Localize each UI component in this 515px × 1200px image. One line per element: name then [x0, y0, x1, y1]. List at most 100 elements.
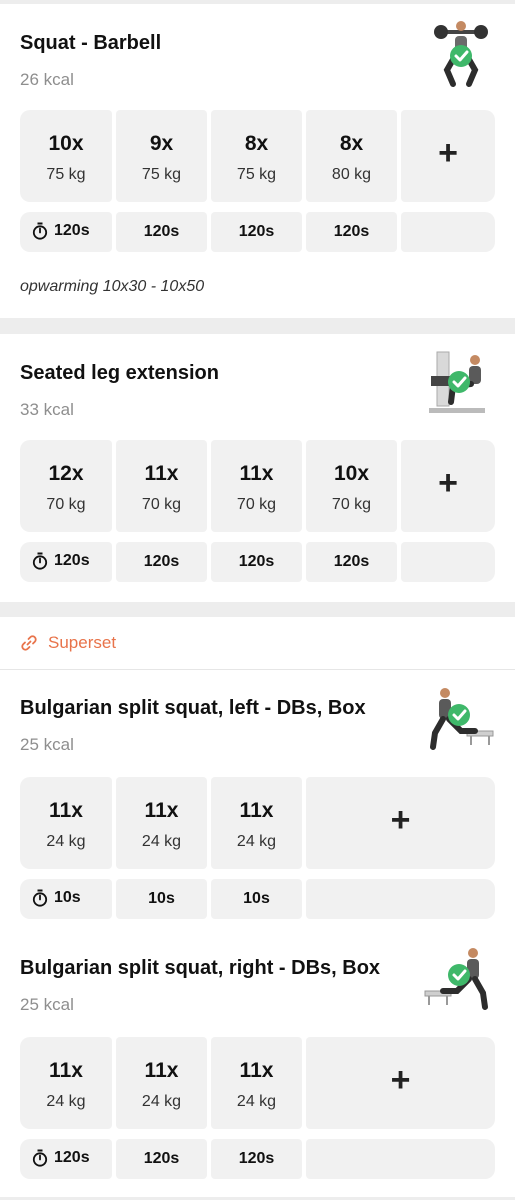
rest-row: 10s 10s 10s: [20, 879, 495, 919]
set-reps: 8x: [244, 132, 269, 155]
rest-time: 10s: [148, 890, 175, 907]
exercise-title: Squat - Barbell: [20, 32, 162, 54]
set-cell[interactable]: 10x 75 kg: [20, 110, 112, 202]
bulgarian-split-squat-left-thumbnail: [430, 688, 494, 750]
sets-row: 12x 70 kg 11x 70 kg 11x 70 kg 10x 70 kg …: [20, 440, 495, 532]
rest-cell-empty: [401, 212, 495, 252]
exercise-kcal: 25 kcal: [20, 735, 74, 754]
rest-time: 120s: [238, 1150, 275, 1167]
exercise-kcal: 33 kcal: [20, 400, 74, 419]
rest-time: 120s: [333, 223, 370, 240]
set-reps: 11x: [144, 462, 179, 485]
plus-icon: +: [438, 134, 458, 172]
set-cell[interactable]: 9x 75 kg: [116, 110, 207, 202]
set-cell[interactable]: 8x 80 kg: [306, 110, 397, 202]
sets-row: 11x 24 kg 11x 24 kg 11x 24 kg +: [20, 1037, 495, 1129]
exercise-card-leg-extension[interactable]: Seated leg extension 33 kcal 12x 70 kg 1…: [0, 334, 515, 602]
rest-cell-empty: [401, 542, 495, 582]
add-set-button[interactable]: +: [401, 440, 495, 532]
add-set-button[interactable]: +: [306, 777, 495, 869]
rest-cell[interactable]: 120s: [116, 1139, 207, 1179]
exercise-note[interactable]: opwarming 10x30 - 10x50: [20, 278, 204, 296]
set-cell[interactable]: 11x 24 kg: [116, 1037, 207, 1129]
set-cell[interactable]: 11x 24 kg: [116, 777, 207, 869]
set-weight: 24 kg: [236, 833, 277, 850]
set-reps: 12x: [48, 462, 84, 485]
rest-cell[interactable]: 120s: [116, 542, 207, 582]
completed-check-icon: [448, 704, 470, 726]
rest-cell[interactable]: 10s: [20, 879, 112, 919]
set-cell[interactable]: 10x 70 kg: [306, 440, 397, 532]
rest-cell[interactable]: 120s: [211, 1139, 302, 1179]
rest-cell[interactable]: 120s: [211, 212, 302, 252]
rest-cell[interactable]: 120s: [306, 542, 397, 582]
stopwatch-icon: [32, 552, 48, 570]
set-reps: 10x: [333, 462, 370, 485]
set-weight: 70 kg: [331, 496, 372, 513]
plus-icon: +: [390, 1061, 411, 1099]
set-cell[interactable]: 8x 75 kg: [211, 110, 302, 202]
completed-check-icon: [448, 964, 470, 986]
rest-cell[interactable]: 120s: [20, 542, 112, 582]
set-reps: 10x: [48, 132, 84, 155]
exercise-title: Seated leg extension: [20, 362, 219, 384]
set-weight: 24 kg: [46, 1093, 86, 1110]
set-cell[interactable]: 12x 70 kg: [20, 440, 112, 532]
set-cell[interactable]: 11x 24 kg: [20, 1037, 112, 1129]
set-cell[interactable]: 11x 24 kg: [211, 777, 302, 869]
rest-time: 120s: [238, 223, 275, 240]
completed-check-icon: [448, 371, 470, 393]
set-weight: 24 kg: [46, 833, 86, 850]
rest-cell[interactable]: 120s: [211, 542, 302, 582]
set-weight: 24 kg: [236, 1093, 277, 1110]
rest-row: 120s 120s 120s 120s: [20, 542, 495, 582]
rest-cell[interactable]: 120s: [20, 1139, 112, 1179]
rest-cell[interactable]: 10s: [211, 879, 302, 919]
superset-label: Superset: [48, 633, 117, 652]
exercise-kcal: 26 kcal: [20, 70, 74, 89]
rest-row: 120s 120s 120s: [20, 1139, 495, 1179]
exercise-title: Bulgarian split squat, left - DBs, Box: [20, 697, 366, 719]
set-reps: 11x: [144, 1059, 179, 1082]
set-cell[interactable]: 11x 70 kg: [116, 440, 207, 532]
add-set-button[interactable]: +: [401, 110, 495, 202]
set-cell[interactable]: 11x 70 kg: [211, 440, 302, 532]
squat-barbell-thumbnail: [434, 21, 488, 87]
rest-row: 120s 120s 120s 120s: [20, 212, 495, 252]
rest-cell-empty: [306, 879, 495, 919]
divider: [0, 669, 515, 670]
set-reps: 11x: [49, 799, 83, 822]
set-weight: 24 kg: [141, 833, 182, 850]
exercise-card-squat[interactable]: Squat - Barbell 26 kcal 10x 75 kg 9x 75 …: [0, 4, 515, 318]
sets-row: 10x 75 kg 9x 75 kg 8x 75 kg 8x 80 kg +: [20, 110, 495, 202]
set-cell[interactable]: 11x 24 kg: [20, 777, 112, 869]
superset-header[interactable]: Superset: [20, 633, 116, 653]
set-cell[interactable]: 11x 24 kg: [211, 1037, 302, 1129]
stopwatch-icon: [32, 889, 48, 907]
leg-extension-thumbnail: [429, 351, 485, 413]
sets-row: 11x 24 kg 11x 24 kg 11x 24 kg +: [20, 777, 495, 869]
rest-time: 120s: [54, 552, 90, 569]
set-weight: 75 kg: [46, 166, 86, 183]
rest-cell[interactable]: 120s: [116, 212, 207, 252]
set-weight: 70 kg: [46, 496, 86, 513]
exercise-title: Bulgarian split squat, right - DBs, Box: [20, 957, 381, 979]
set-weight: 24 kg: [141, 1093, 182, 1110]
rest-time: 120s: [54, 1149, 90, 1166]
stopwatch-icon: [32, 222, 48, 240]
set-reps: 9x: [149, 132, 174, 155]
add-set-button[interactable]: +: [306, 1037, 495, 1129]
set-weight: 75 kg: [236, 166, 277, 183]
rest-time: 10s: [243, 890, 270, 907]
rest-cell[interactable]: 120s: [306, 212, 397, 252]
plus-icon: +: [438, 464, 458, 502]
rest-time: 120s: [333, 553, 370, 570]
set-reps: 11x: [144, 799, 179, 822]
set-weight: 75 kg: [141, 166, 182, 183]
stopwatch-icon: [32, 1149, 48, 1167]
link-icon: [21, 635, 37, 651]
set-reps: 11x: [239, 1059, 274, 1082]
rest-cell[interactable]: 120s: [20, 212, 112, 252]
rest-cell[interactable]: 10s: [116, 879, 207, 919]
rest-cell-empty: [306, 1139, 495, 1179]
